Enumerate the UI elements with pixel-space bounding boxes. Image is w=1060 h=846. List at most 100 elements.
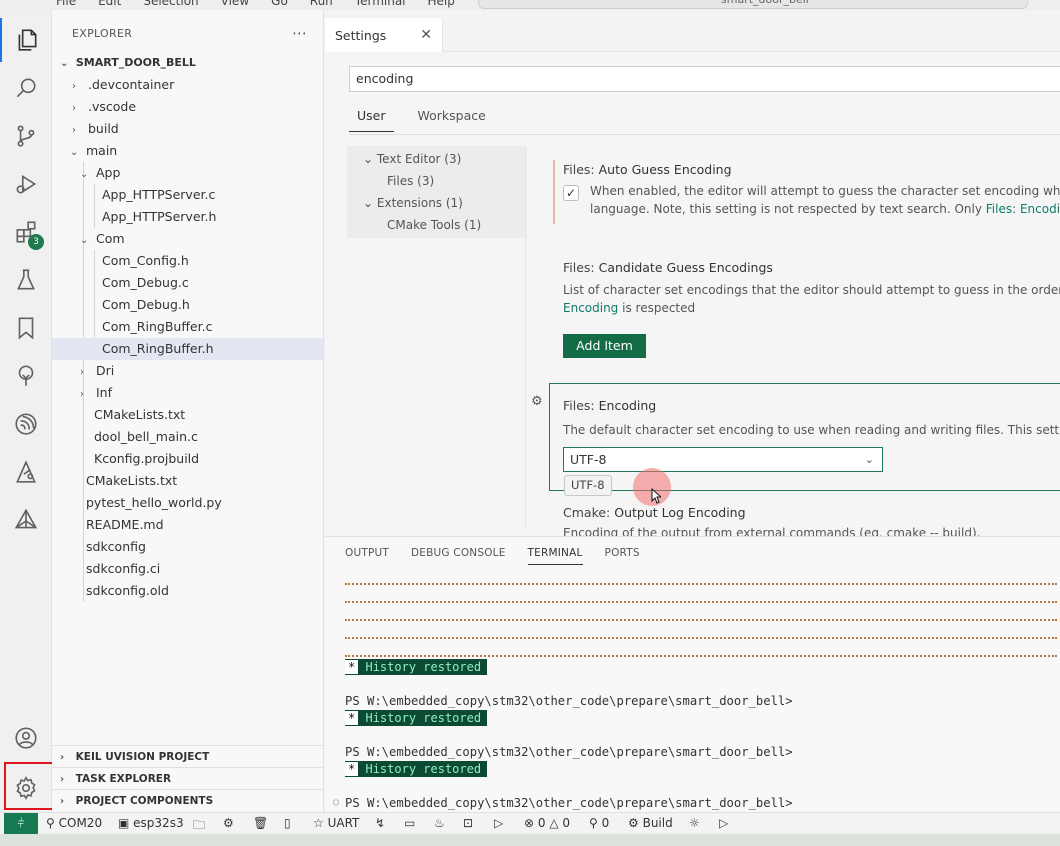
espressif-icon[interactable] <box>0 402 52 446</box>
tree-file[interactable]: Com_Config.h <box>52 250 323 272</box>
menu-view[interactable]: View <box>221 0 249 8</box>
tree-folder[interactable]: › build <box>52 118 323 140</box>
history-star: * <box>345 762 359 776</box>
more-actions-icon[interactable]: ⋯ <box>292 24 307 42</box>
flash-icon[interactable]: ▯ <box>284 816 291 830</box>
tree-file[interactable]: sdkconfig <box>52 536 323 558</box>
encoding-link[interactable]: Encoding <box>563 301 618 315</box>
section-project-components[interactable]: › PROJECT COMPONENTS <box>52 789 323 811</box>
tree-file[interactable]: CMakeLists.txt <box>52 404 323 426</box>
tree-file[interactable]: dool_bell_main.c <box>52 426 323 448</box>
ports-status[interactable]: ⚲ 0 <box>589 816 609 830</box>
tab-user[interactable]: User <box>349 108 394 132</box>
remote-indicator[interactable]: ⫩ <box>4 813 38 835</box>
history-star: * <box>345 711 359 725</box>
menu-terminal[interactable]: Terminal <box>355 0 406 8</box>
tree-file-selected[interactable]: Com_RingBuffer.h <box>52 338 323 360</box>
toc-text-editor[interactable]: ⌄ Text Editor (3) <box>363 152 461 166</box>
tree-file[interactable]: CMakeLists.txt <box>52 470 323 492</box>
toc-files[interactable]: Files (3) <box>387 174 434 188</box>
monitor-icon[interactable]: ▭ <box>404 816 415 830</box>
chevron-down-icon: ⌄ <box>80 235 89 246</box>
setting-category: Files: <box>563 260 599 275</box>
cmake-icon[interactable] <box>0 498 52 542</box>
encoding-select[interactable]: UTF-8 ⌄ <box>563 447 883 472</box>
port-label: COM20 <box>58 816 103 830</box>
tree-file[interactable]: pytest_hello_world.py <box>52 492 323 514</box>
toc-cmake-tools[interactable]: CMake Tools (1) <box>387 218 481 232</box>
tab-terminal[interactable]: TERMINAL <box>527 547 583 565</box>
menu-help[interactable]: Help <box>428 0 455 8</box>
files-encoding-link[interactable]: Files: Encoding <box>986 202 1060 216</box>
tree-item-label: Com_RingBuffer.h <box>102 341 214 356</box>
tree-folder[interactable]: ⌄ Com <box>52 228 323 250</box>
lightning-icon[interactable]: ↯ <box>375 816 385 830</box>
tree-file[interactable]: sdkconfig.old <box>52 580 323 602</box>
tree-folder[interactable]: ⌄ App <box>52 162 323 184</box>
tree-file[interactable]: README.md <box>52 514 323 536</box>
auto-guess-checkbox[interactable]: ✓ <box>563 185 579 201</box>
tree-file[interactable]: Com_RingBuffer.c <box>52 316 323 338</box>
keil-icon[interactable] <box>0 450 52 494</box>
menu-go[interactable]: Go <box>271 0 288 8</box>
testing-icon[interactable] <box>0 258 52 302</box>
trash-icon[interactable]: 🗑 <box>253 816 268 830</box>
tree-icon[interactable] <box>0 354 52 398</box>
error-count: 0 <box>537 816 546 830</box>
tab-debug-console[interactable]: DEBUG CONSOLE <box>411 547 506 565</box>
section-task-explorer[interactable]: › TASK EXPLORER <box>52 767 323 789</box>
menu-edit[interactable]: Edit <box>98 0 121 8</box>
tree-file[interactable]: App_HTTPServer.c <box>52 184 323 206</box>
extensions-icon[interactable]: 3 <box>0 210 52 254</box>
section-keil-uvision-project[interactable]: › KEIL UVISION PROJECT <box>52 745 323 767</box>
tree-item-label: sdkconfig.ci <box>86 561 161 576</box>
problems-status[interactable]: ⊗ 0 △ 0 <box>524 816 570 830</box>
tree-folder[interactable]: › .devcontainer <box>52 74 323 96</box>
bookmarks-icon[interactable] <box>0 306 52 350</box>
chevron-right-icon: › <box>72 81 76 92</box>
account-icon[interactable] <box>0 716 52 760</box>
tree-file[interactable]: Com_Debug.h <box>52 294 323 316</box>
source-control-icon[interactable] <box>0 114 52 158</box>
setting-gear-icon[interactable]: ⚙ <box>531 394 543 409</box>
tree-file[interactable]: App_HTTPServer.h <box>52 206 323 228</box>
tab-settings[interactable]: Settings ✕ <box>325 18 443 52</box>
terminal-icon[interactable]: ⊡ <box>463 816 473 830</box>
target-status[interactable]: ▣ esp32s3 <box>118 816 184 830</box>
fire-icon[interactable]: ♨ <box>434 816 445 830</box>
tree-item-label: sdkconfig.old <box>86 583 169 598</box>
gear-icon[interactable]: ⚙ <box>223 816 234 830</box>
bug-icon[interactable]: ☼ <box>689 816 700 830</box>
close-icon[interactable]: ✕ <box>420 27 432 43</box>
explorer-root[interactable]: ⌄ SMART_DOOR_BELL <box>52 52 323 74</box>
add-item-button[interactable]: Add Item <box>563 334 646 358</box>
settings-search-input[interactable]: encoding <box>349 66 1060 92</box>
menu-run[interactable]: Run <box>310 0 333 8</box>
tree-folder[interactable]: ⌄ main <box>52 140 323 162</box>
tab-workspace[interactable]: Workspace <box>410 108 494 132</box>
tree-folder[interactable]: › Dri <box>52 360 323 382</box>
build-status[interactable]: ⚙ Build <box>628 816 673 830</box>
debug-icon[interactable]: ▷ <box>494 816 503 830</box>
port-status[interactable]: ⚲ COM20 <box>46 816 102 830</box>
terminal-prompt: PS W:\embedded_copy\stm32\other_code\pre… <box>345 796 793 810</box>
tree-file[interactable]: Kconfig.projbuild <box>52 448 323 470</box>
uart-status[interactable]: ☆ UART <box>313 816 359 830</box>
chevron-down-icon: ⌄ <box>70 147 79 158</box>
tab-output[interactable]: OUTPUT <box>345 547 389 565</box>
tree-file[interactable]: Com_Debug.c <box>52 272 323 294</box>
chevron-right-icon: › <box>80 389 84 400</box>
toc-extensions[interactable]: ⌄ Extensions (1) <box>363 196 463 210</box>
run-debug-icon[interactable] <box>0 162 52 206</box>
tab-ports[interactable]: PORTS <box>605 547 640 565</box>
search-icon[interactable] <box>0 66 52 110</box>
play-icon[interactable]: ▷ <box>719 816 728 830</box>
tree-folder[interactable]: › .vscode <box>52 96 323 118</box>
menu-file[interactable]: File <box>56 0 76 8</box>
tree-folder[interactable]: › Inf <box>52 382 323 404</box>
explorer-icon[interactable] <box>0 18 52 62</box>
command-center[interactable]: smart_door_bell <box>478 0 1028 9</box>
explorer-header: EXPLORER ⋯ <box>52 10 323 56</box>
menu-selection[interactable]: Selection <box>143 0 198 8</box>
tree-file[interactable]: sdkconfig.ci <box>52 558 323 580</box>
